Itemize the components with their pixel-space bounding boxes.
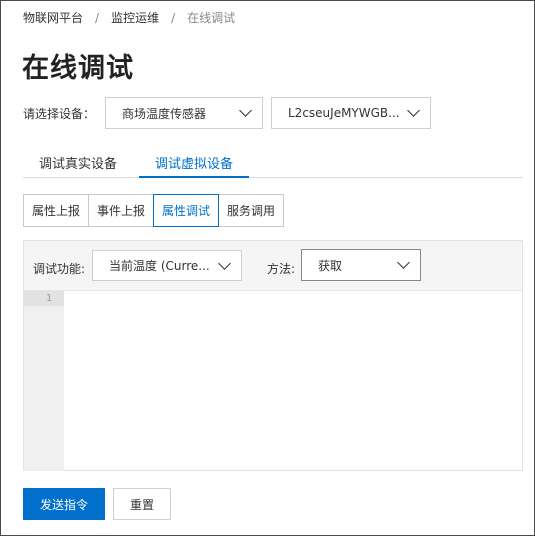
segment-service-call[interactable]: 服务调用 [218, 194, 284, 227]
debug-function-label: 调试功能: [33, 262, 86, 276]
device-select-value: L2cseuJeMYWGB... [288, 106, 400, 120]
debug-function-select[interactable]: 当前温度 (Curre... [92, 250, 242, 281]
page-title: 在线调试 [22, 53, 134, 84]
chevron-down-icon [407, 104, 420, 117]
breadcrumb-current: 在线调试 [187, 11, 236, 25]
method-label: 方法: [267, 262, 296, 276]
chevron-down-icon [218, 256, 231, 270]
chevron-down-icon [397, 256, 410, 269]
code-editor[interactable]: 1 [24, 290, 522, 471]
editor-gutter: 1 [24, 291, 64, 471]
breadcrumb-iot-platform[interactable]: 物联网平台 [23, 9, 83, 26]
device-select-label: 请选择设备： [23, 107, 96, 121]
method-select[interactable]: 获取 [301, 249, 421, 281]
segment-event-report[interactable]: 事件上报 [88, 194, 154, 227]
product-select-value: 商场温度传感器 [122, 106, 207, 121]
breadcrumb: 物联网平台 / 监控运维 / 在线调试 [23, 9, 235, 26]
debug-type-segments: 属性上报 事件上报 属性调试 服务调用 [23, 194, 284, 227]
debug-panel: 调试功能: 当前温度 (Curre... 方法: 获取 1 [23, 240, 523, 471]
method-select-value: 获取 [318, 258, 343, 273]
product-select[interactable]: 商场温度传感器 [105, 97, 263, 129]
tab-real-device[interactable]: 调试真实设备 [39, 153, 117, 178]
device-select[interactable]: L2cseuJeMYWGB... [271, 97, 431, 129]
segment-property-report[interactable]: 属性上报 [23, 194, 89, 227]
line-number: 1 [24, 291, 64, 306]
tab-virtual-device[interactable]: 调试虚拟设备 [139, 153, 250, 178]
segment-property-debug[interactable]: 属性调试 [153, 194, 219, 227]
debug-mode-tabs: 调试真实设备 调试虚拟设备 [23, 149, 523, 178]
send-command-button[interactable]: 发送指令 [23, 488, 105, 520]
reset-button[interactable]: 重置 [113, 488, 171, 520]
breadcrumb-separator: / [171, 10, 176, 25]
chevron-down-icon [239, 104, 252, 117]
breadcrumb-monitoring[interactable]: 监控运维 [111, 9, 159, 26]
breadcrumb-separator: / [95, 10, 100, 25]
debug-function-value: 当前温度 (Curre... [109, 259, 210, 273]
